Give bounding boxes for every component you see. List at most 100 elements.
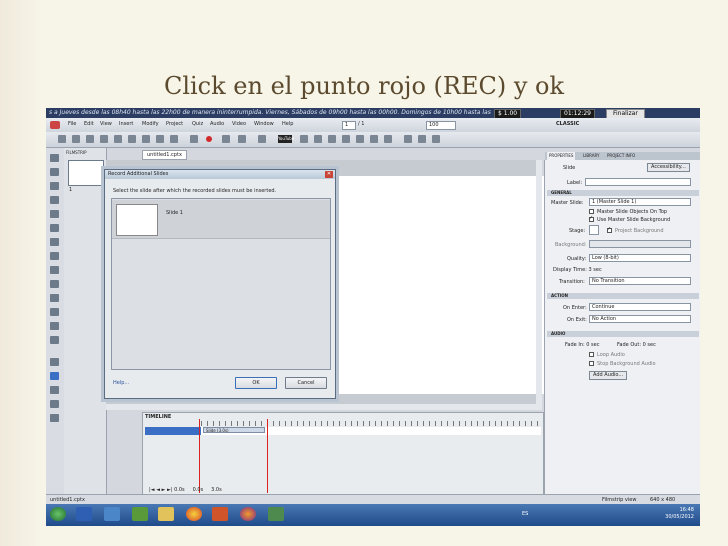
captivate-icon[interactable] — [268, 507, 284, 521]
line-tool-icon[interactable] — [50, 294, 59, 302]
record-icon[interactable] — [206, 136, 212, 142]
redo-icon[interactable] — [114, 135, 122, 143]
loop-audio-checkbox[interactable] — [589, 352, 594, 357]
master-on-top-checkbox[interactable] — [589, 209, 594, 214]
use-master-bg-checkbox[interactable] — [589, 215, 594, 222]
menu-view[interactable]: View — [100, 121, 112, 127]
youtube-icon[interactable]: YouTube — [278, 135, 294, 143]
export-icon[interactable] — [258, 135, 266, 143]
selection-tool-icon[interactable] — [50, 154, 59, 162]
workspace-switcher[interactable]: CLASSIC — [556, 121, 579, 127]
menu-project[interactable]: Project — [166, 121, 183, 127]
image-icon[interactable] — [384, 135, 392, 143]
video-icon[interactable] — [418, 135, 426, 143]
menu-modify[interactable]: Modify — [142, 121, 159, 127]
audio-section[interactable]: AUDIO — [547, 331, 699, 337]
play-controls-icon[interactable]: |◄ ◄ ► ►| — [149, 487, 174, 493]
app-logo-icon[interactable] — [50, 121, 60, 129]
paste-icon[interactable] — [156, 135, 164, 143]
add-audio-button[interactable]: Add Audio... — [589, 371, 628, 380]
click-box-icon[interactable] — [342, 135, 350, 143]
menu-video[interactable]: Video — [232, 121, 246, 127]
on-exit-select[interactable]: No Action — [589, 315, 691, 323]
menu-window[interactable]: Window — [254, 121, 274, 127]
tab-project-info[interactable]: PROJECT INFO — [605, 152, 637, 160]
cut-icon[interactable] — [128, 135, 136, 143]
general-section[interactable]: GENERAL — [547, 190, 699, 196]
polygon-tool-icon[interactable] — [50, 336, 59, 344]
animation-icon[interactable] — [404, 135, 412, 143]
button-tool-panel-icon[interactable] — [50, 238, 59, 246]
eyedropper-icon[interactable] — [50, 358, 59, 366]
undo-icon[interactable] — [100, 135, 108, 143]
label-input[interactable] — [585, 178, 691, 186]
highlight-tool-icon[interactable] — [50, 210, 59, 218]
close-icon[interactable]: ✕ — [325, 171, 333, 178]
reset-colors-icon[interactable] — [50, 414, 59, 422]
text-entry-tool-icon[interactable] — [50, 252, 59, 260]
on-enter-select[interactable]: Continue — [589, 303, 691, 311]
rectangle-tool-icon[interactable] — [50, 308, 59, 316]
action-section[interactable]: ACTION — [547, 293, 699, 299]
help-link[interactable]: Help... — [113, 380, 129, 386]
transition-select[interactable]: No Transition — [589, 277, 691, 285]
text-tool-icon[interactable] — [50, 168, 59, 176]
delete-icon[interactable] — [170, 135, 178, 143]
zoom-field[interactable]: 100 — [426, 121, 456, 130]
menu-insert[interactable]: Insert — [119, 121, 133, 127]
menu-file[interactable]: File — [68, 121, 76, 127]
rollover-icon[interactable] — [314, 135, 322, 143]
firefox-icon[interactable] — [240, 507, 256, 521]
timeline-tab[interactable]: TIMELINE — [145, 414, 171, 420]
oval-tool-icon[interactable] — [50, 322, 59, 330]
media-icon[interactable] — [132, 507, 148, 521]
highlight-icon[interactable] — [328, 135, 336, 143]
stop-bg-audio-checkbox[interactable] — [589, 361, 594, 366]
tab-library[interactable]: LIBRARY — [581, 152, 601, 160]
folder-icon[interactable] — [158, 507, 174, 521]
preview-icon[interactable] — [222, 135, 230, 143]
stage-color-swatch[interactable] — [589, 225, 599, 235]
new-slide-icon[interactable] — [190, 135, 198, 143]
copy-icon[interactable] — [142, 135, 150, 143]
horizontal-scrollbar[interactable] — [106, 404, 542, 410]
language-indicator[interactable]: ES — [522, 511, 528, 517]
click-box-tool-icon[interactable] — [50, 224, 59, 232]
tray-clock[interactable]: 16:48 30/05/2012 — [665, 507, 694, 521]
project-bg-checkbox[interactable] — [607, 226, 612, 233]
save-icon[interactable] — [86, 135, 94, 143]
stroke-color-icon[interactable] — [50, 372, 59, 380]
mouse-tool-icon[interactable] — [50, 266, 59, 274]
audio-icon[interactable] — [432, 135, 440, 143]
ok-button[interactable]: OK — [235, 377, 277, 389]
accessibility-button[interactable]: Accessibility... — [647, 163, 690, 172]
explorer-icon[interactable] — [104, 507, 120, 521]
button-tool-icon[interactable] — [356, 135, 364, 143]
chrome-icon[interactable] — [186, 507, 202, 521]
publish-icon[interactable] — [238, 135, 246, 143]
tab-properties[interactable]: PROPERTIES — [547, 152, 576, 160]
menu-audio[interactable]: Audio — [210, 121, 224, 127]
open-icon[interactable] — [72, 135, 80, 143]
menu-edit[interactable]: Edit — [84, 121, 94, 127]
menu-quiz[interactable]: Quiz — [192, 121, 203, 127]
slide-thumbnail[interactable] — [68, 160, 104, 186]
background-field[interactable] — [589, 240, 691, 248]
timeline-track[interactable]: Slide (3.0s) — [203, 427, 265, 433]
quality-select[interactable]: Low (8-bit) — [589, 254, 691, 262]
page-current-field[interactable]: 1 — [342, 121, 356, 130]
document-tab[interactable]: untitled1.cptx — [142, 150, 187, 160]
playhead-end[interactable] — [267, 419, 268, 493]
master-slide-select[interactable]: 1 (Master Slide 1) — [589, 198, 691, 206]
filmstrip-tab[interactable]: FILMSTRIP — [66, 150, 87, 155]
start-button-icon[interactable] — [50, 507, 66, 521]
cancel-button[interactable]: Cancel — [285, 377, 327, 389]
swap-colors-icon[interactable] — [50, 400, 59, 408]
text-caption-icon[interactable] — [300, 135, 308, 143]
list-item[interactable]: Slide 1 — [112, 200, 330, 239]
text-entry-icon[interactable] — [370, 135, 378, 143]
playhead-start[interactable] — [199, 419, 200, 493]
vertical-scrollbar[interactable] — [536, 160, 542, 410]
powerpoint-icon[interactable] — [212, 507, 228, 521]
zoom-area-icon[interactable] — [50, 196, 59, 204]
